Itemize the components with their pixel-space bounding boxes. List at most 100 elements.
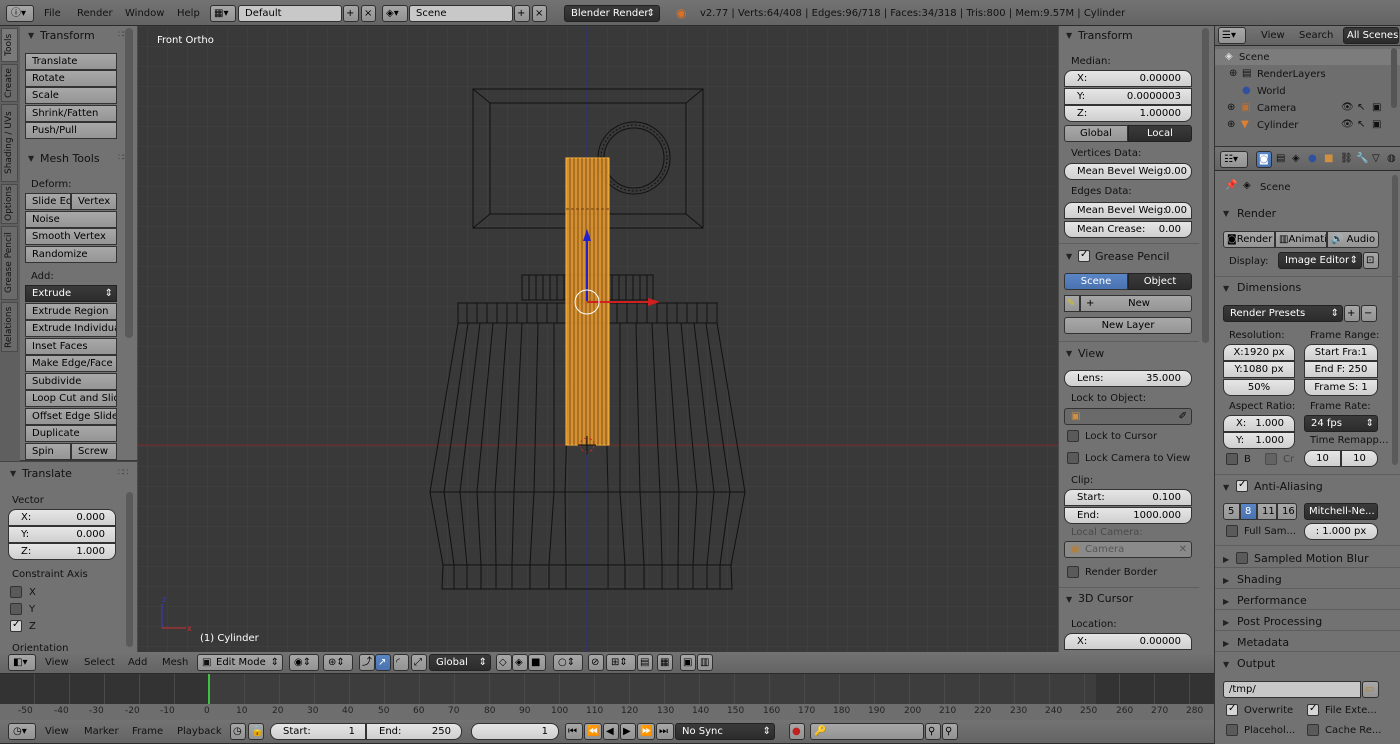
tab-create[interactable]: Create <box>1 64 18 102</box>
resolution-y-field[interactable]: Y:1080 px <box>1223 361 1295 378</box>
render-engine-select[interactable]: Blender Render ⇕ <box>564 5 660 22</box>
metadata-panel-title[interactable]: Metadata <box>1237 636 1289 649</box>
insert-keyframe-button[interactable]: ⚲ <box>925 723 941 740</box>
remove-preset-button[interactable]: − <box>1361 305 1377 322</box>
inset-faces-button[interactable]: Inset Faces <box>25 338 117 355</box>
collapse-icon[interactable]: ▼ <box>1066 595 1072 604</box>
aa-filter-select[interactable]: Mitchell-Ne... <box>1304 503 1378 520</box>
vector-x-field[interactable]: X: 0.000 <box>8 509 116 526</box>
edge-select-mode-button[interactable]: ◈ <box>512 654 528 671</box>
local-camera-field[interactable]: ▣ Camera ✕ <box>1064 541 1192 558</box>
collapse-icon[interactable]: ▼ <box>1223 660 1229 669</box>
collapse-icon[interactable]: ▼ <box>10 469 16 478</box>
outliner-row-scene[interactable]: ◈ Scene <box>1215 49 1400 65</box>
collapse-icon[interactable]: ▼ <box>1223 483 1229 492</box>
resolution-percentage-field[interactable]: 50% <box>1223 379 1295 396</box>
lock-interface-icon[interactable]: ⊡ <box>1363 252 1379 269</box>
render-image-button[interactable]: ◙Render <box>1223 231 1275 248</box>
preview-range-toggle[interactable]: ◷ <box>230 723 246 740</box>
spin-button[interactable]: Spin <box>25 443 71 460</box>
lock-object-field[interactable]: ▣ ✐ <box>1064 408 1192 425</box>
current-frame-field[interactable]: 1 <box>471 723 559 740</box>
vector-z-field[interactable]: Z: 1.000 <box>8 543 116 560</box>
menu-add[interactable]: Add <box>128 657 147 668</box>
collapse-icon[interactable]: ▼ <box>1066 31 1072 40</box>
placeholders-checkbox[interactable] <box>1226 724 1238 736</box>
overwrite-checkbox[interactable] <box>1226 703 1238 716</box>
current-frame-marker[interactable] <box>208 674 210 704</box>
timeline-frame-menu[interactable]: Frame <box>132 726 163 737</box>
cursor-x-field[interactable]: X: 0.00000 <box>1064 633 1192 650</box>
grease-pencil-checkbox[interactable] <box>1078 249 1090 262</box>
remove-layout-button[interactable]: × <box>361 5 376 22</box>
outliner-row-cylinder[interactable]: ⊕ ▼ Cylinder 👁 ↖ ▣ <box>1215 117 1400 133</box>
n-panel-scrollbar[interactable] <box>1202 28 1209 343</box>
expand-icon[interactable]: ▶ <box>1223 597 1229 606</box>
gp-new-button[interactable]: + New <box>1080 295 1192 312</box>
tab-grease-pencil[interactable]: Grease Pencil <box>1 226 18 300</box>
object-tab-icon[interactable]: ■ <box>1324 153 1333 164</box>
face-select-mode-button[interactable]: ■ <box>528 654 546 671</box>
pin-icon[interactable]: 📌 <box>1225 180 1237 191</box>
dimensions-panel-title[interactable]: Dimensions <box>1237 281 1301 294</box>
grease-pencil-panel-title[interactable]: Grease Pencil <box>1095 250 1169 263</box>
rotate-manipulator-button[interactable]: ◜ <box>393 654 409 671</box>
modifiers-tab-icon[interactable]: 🔧 <box>1356 153 1368 164</box>
screen-layout-icon[interactable]: ▦▾ <box>210 5 236 22</box>
scene-layers-toggle[interactable]: ▦ <box>657 654 673 671</box>
smooth-vertex-button[interactable]: Smooth Vertex <box>25 228 117 245</box>
expand-icon[interactable]: ▶ <box>1223 576 1229 585</box>
editor-type-properties[interactable]: ☷▾ <box>1220 151 1248 168</box>
timeline-marker-menu[interactable]: Marker <box>84 726 119 737</box>
clip-end-field[interactable]: End: 1000.000 <box>1064 507 1192 524</box>
median-y-field[interactable]: Y: 0.0000003 <box>1064 88 1192 105</box>
tab-relations[interactable]: Relations <box>1 302 18 352</box>
renderable-camera-icon[interactable]: ▣ <box>1372 102 1381 113</box>
full-sample-checkbox[interactable] <box>1226 525 1238 537</box>
transform-panel-title[interactable]: Transform <box>1078 29 1133 42</box>
outliner-view-menu[interactable]: View <box>1261 30 1285 41</box>
editor-type-3d-view[interactable]: ◧▾ <box>8 654 36 671</box>
clear-icon[interactable]: ✕ <box>1179 542 1187 557</box>
rotate-button[interactable]: Rotate <box>25 70 117 87</box>
aa-samples-8-button[interactable]: 8 <box>1240 503 1257 520</box>
slide-edge-button[interactable]: Slide Ed <box>25 193 71 210</box>
render-opengl-button[interactable]: ▣ <box>680 654 696 671</box>
tool-shelf-scrollbar[interactable] <box>125 28 133 338</box>
gp-scene-button[interactable]: Scene <box>1064 273 1128 290</box>
display-mode-select[interactable]: All Scenes <box>1343 27 1399 44</box>
occlude-geometry-toggle[interactable]: ▤ <box>637 654 653 671</box>
lens-field[interactable]: Lens: 35.000 <box>1064 370 1192 387</box>
folder-browse-icon[interactable]: ▭ <box>1362 681 1379 698</box>
outliner-scrollbar[interactable] <box>1391 48 1397 108</box>
file-extensions-checkbox[interactable] <box>1307 703 1319 716</box>
output-path-field[interactable]: /tmp/ <box>1223 681 1361 698</box>
play-reverse-button[interactable]: ◀ <box>603 723 619 740</box>
menu-select[interactable]: Select <box>84 657 115 668</box>
vertex-select-mode-button[interactable]: ◇ <box>496 654 512 671</box>
timeline[interactable] <box>0 674 1214 720</box>
remove-scene-button[interactable]: × <box>532 5 547 22</box>
menu-render[interactable]: Render <box>77 8 113 19</box>
tab-options[interactable]: Options <box>1 184 18 224</box>
constraints-tab-icon[interactable]: ⛓ <box>1340 153 1353 164</box>
play-button[interactable]: ▶ <box>620 723 636 740</box>
frame-step-field[interactable]: Frame S: 1 <box>1304 379 1378 396</box>
timeline-view-menu[interactable]: View <box>45 726 69 737</box>
extrude-region-button[interactable]: Extrude Region <box>25 303 117 320</box>
selectable-cursor-icon[interactable]: ↖ <box>1357 102 1365 113</box>
offset-edge-slide-button[interactable]: Offset Edge Slide <box>25 408 117 425</box>
render-border-checkbox[interactable] <box>1067 566 1079 578</box>
extrude-dropdown[interactable]: Extrude ⇕ <box>25 285 117 302</box>
push-pull-button[interactable]: Push/Pull <box>25 122 117 139</box>
collapse-icon[interactable]: ▼ <box>1066 349 1072 358</box>
mesh-tools-panel-title[interactable]: Mesh Tools <box>40 152 100 165</box>
resolution-x-field[interactable]: X:1920 px <box>1223 344 1295 361</box>
lock-frame-range-toggle[interactable]: 🔒 <box>248 723 264 740</box>
visibility-eye-icon[interactable]: 👁 <box>1341 102 1354 113</box>
lock-camera-checkbox[interactable] <box>1067 452 1079 464</box>
operator-title[interactable]: Translate <box>22 467 72 480</box>
snap-element-select[interactable]: ⊞⇕ <box>606 654 636 671</box>
timeline-end-field[interactable]: End: 250 <box>366 723 462 740</box>
add-layout-button[interactable]: + <box>343 5 359 22</box>
